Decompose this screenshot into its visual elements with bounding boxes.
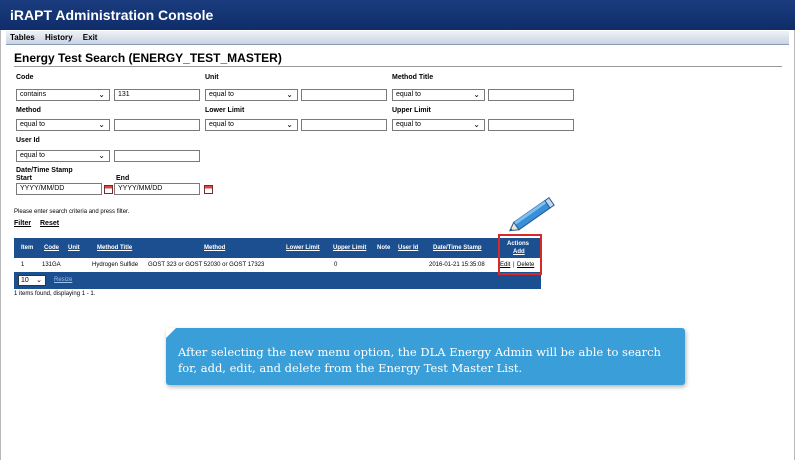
search-instructions: Please enter search criteria and press f… <box>14 209 130 215</box>
col-note: Note <box>377 245 391 251</box>
resize-link[interactable]: Resize <box>54 277 72 283</box>
title-divider <box>14 66 782 67</box>
unit-input[interactable] <box>301 89 387 101</box>
code-input[interactable]: 131 <box>114 89 200 101</box>
method-label: Method <box>16 107 41 114</box>
method-title-operator-select[interactable]: equal to ⌄ <box>392 89 485 101</box>
actions-highlight-box <box>498 234 542 275</box>
callout-corner <box>166 328 176 338</box>
lower-limit-operator-select[interactable]: equal to ⌄ <box>205 119 298 131</box>
grid-footer: 10 ⌄ Resize <box>14 272 541 289</box>
date-time-label: Date/Time Stamp <box>16 167 73 174</box>
code-input-value: 131 <box>118 91 130 98</box>
upper-limit-operator-select[interactable]: equal to ⌄ <box>392 119 485 131</box>
start-date-input[interactable]: YYYY/MM/DD <box>16 183 102 195</box>
col-method[interactable]: Method <box>204 245 225 251</box>
calendar-icon[interactable] <box>204 185 213 194</box>
chevron-down-icon: ⌄ <box>286 90 293 99</box>
menu-history[interactable]: History <box>41 31 77 44</box>
unit-label: Unit <box>205 74 219 81</box>
col-date-time[interactable]: Date/Time Stamp <box>433 245 482 251</box>
method-title-operator-value: equal to <box>396 91 421 98</box>
method-title-label: Method Title <box>392 74 434 81</box>
method-input[interactable] <box>114 119 200 131</box>
code-operator-value: contains <box>20 91 47 98</box>
method-operator-value: equal to <box>20 121 45 128</box>
upper-limit-input[interactable] <box>488 119 574 131</box>
app-title-bar: iRAPT Administration Console <box>0 0 795 30</box>
user-id-label: User Id <box>16 137 40 144</box>
page-size-value: 10 <box>21 277 29 284</box>
col-item: Item <box>21 245 34 251</box>
chevron-down-icon: ⌄ <box>36 277 42 284</box>
cell-date-time: 2016-01-21 15:35:08 <box>429 262 485 268</box>
lower-limit-label: Lower Limit <box>205 107 245 114</box>
upper-limit-label: Upper Limit <box>392 107 431 114</box>
cell-code: 131GA <box>42 262 61 268</box>
col-lower-limit[interactable]: Lower Limit <box>286 245 320 251</box>
upper-limit-operator-value: equal to <box>396 121 421 128</box>
lower-limit-input[interactable] <box>301 119 387 131</box>
chevron-down-icon: ⌄ <box>473 120 480 129</box>
filter-link[interactable]: Filter <box>14 220 31 227</box>
code-label: Code <box>16 74 34 81</box>
user-id-operator-select[interactable]: equal to ⌄ <box>16 150 110 162</box>
end-label: End <box>116 175 130 182</box>
result-count: 1 items found, displaying 1 - 1. <box>14 291 96 297</box>
user-id-input[interactable] <box>114 150 200 162</box>
chevron-down-icon: ⌄ <box>98 151 105 160</box>
method-title-input[interactable] <box>488 89 574 101</box>
chevron-down-icon: ⌄ <box>98 120 105 129</box>
col-unit[interactable]: Unit <box>68 245 80 251</box>
start-label: Start <box>16 175 32 182</box>
app-title: iRAPT Administration Console <box>10 7 214 23</box>
method-operator-select[interactable]: equal to ⌄ <box>16 119 110 131</box>
unit-operator-value: equal to <box>209 91 234 98</box>
page-size-select[interactable]: 10 ⌄ <box>18 275 46 286</box>
cell-upper-limit: 0 <box>334 262 338 268</box>
end-date-placeholder: YYYY/MM/DD <box>118 185 163 192</box>
user-id-operator-value: equal to <box>20 152 45 159</box>
chevron-down-icon: ⌄ <box>473 90 480 99</box>
col-upper-limit[interactable]: Upper Limit <box>333 245 366 251</box>
cell-method-title: Hydrogen Sulfide <box>92 262 139 268</box>
menu-bar: Tables History Exit <box>6 31 789 45</box>
callout-text: After selecting the new menu option, the… <box>178 345 661 375</box>
chevron-down-icon: ⌄ <box>286 120 293 129</box>
tutorial-callout: After selecting the new menu option, the… <box>166 328 685 385</box>
results-grid: Item Code Unit Method Title Method Lower… <box>14 238 541 289</box>
start-date-placeholder: YYYY/MM/DD <box>20 185 65 192</box>
menu-tables[interactable]: Tables <box>6 31 39 44</box>
grid-header: Item Code Unit Method Title Method Lower… <box>14 238 541 258</box>
calendar-icon[interactable] <box>104 185 113 194</box>
col-method-title[interactable]: Method Title <box>97 245 132 251</box>
pencil-icon <box>508 197 555 232</box>
col-code[interactable]: Code <box>44 245 59 251</box>
reset-link[interactable]: Reset <box>40 220 59 227</box>
end-date-input[interactable]: YYYY/MM/DD <box>114 183 200 195</box>
cell-method: GOST 323 or GOST 52030 or GOST 17323 <box>148 262 265 268</box>
unit-operator-select[interactable]: equal to ⌄ <box>205 89 298 101</box>
cell-item: 1 <box>21 262 25 268</box>
code-operator-select[interactable]: contains ⌄ <box>16 89 110 101</box>
menu-exit[interactable]: Exit <box>79 31 102 44</box>
lower-limit-operator-value: equal to <box>209 121 234 128</box>
chevron-down-icon: ⌄ <box>98 90 105 99</box>
app-frame <box>0 0 795 460</box>
table-row: 1 131GA Hydrogen Sulfide GOST 323 or GOS… <box>14 258 541 272</box>
page-title: Energy Test Search (ENERGY_TEST_MASTER) <box>14 51 282 65</box>
col-user-id[interactable]: User Id <box>398 245 418 251</box>
